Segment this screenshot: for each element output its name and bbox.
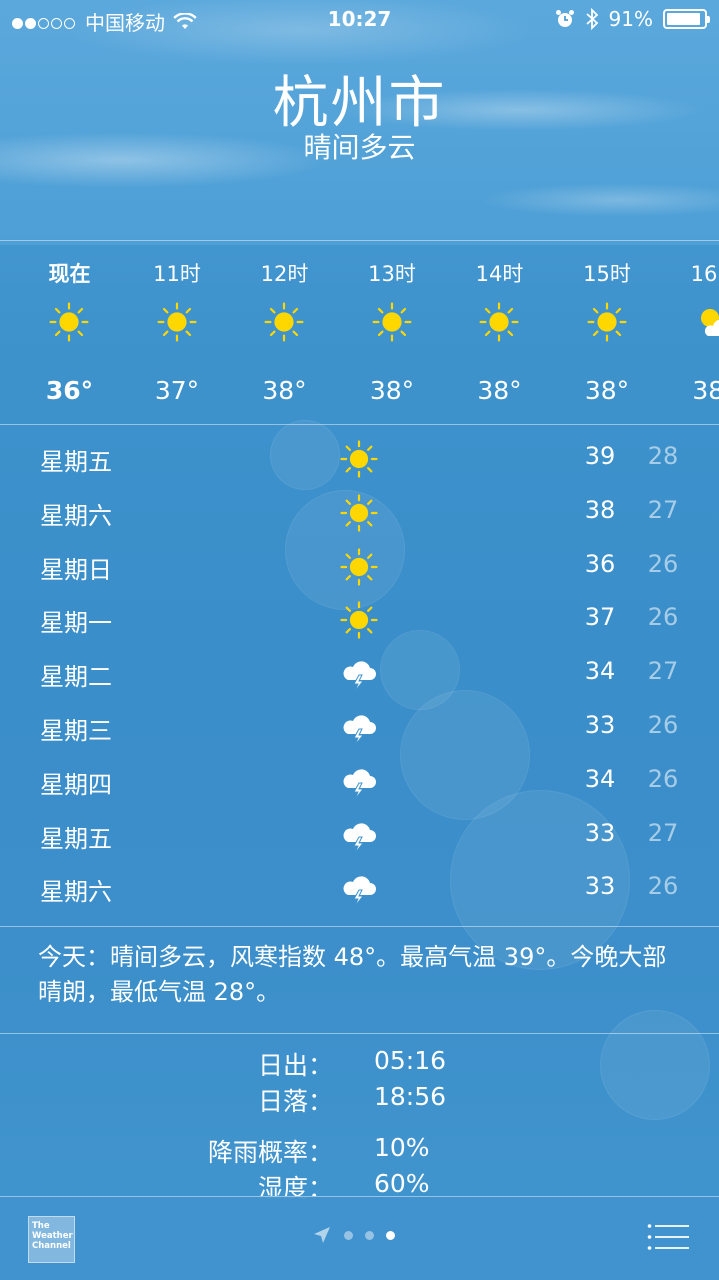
daily-row: 星期一 37 26 — [0, 593, 719, 647]
bottom-toolbar: The Weather Channel — [0, 1196, 719, 1280]
sun-icon — [340, 548, 378, 586]
daily-row: 星期六 38 27 — [0, 486, 719, 540]
detail-value: 18:56 — [374, 1082, 447, 1111]
hour-label: 11时 — [153, 262, 201, 286]
daily-forecast: 星期五 39 28 星期六 38 27 星期日 36 26 星期一 37 26 星期二 34 27 星期三 … — [0, 432, 719, 916]
hour-temperature: 38° — [369, 376, 415, 405]
day-name: 星期五 — [40, 448, 112, 476]
divider — [0, 1033, 719, 1034]
low-temperature: 28 — [647, 442, 679, 470]
low-temperature: 26 — [647, 549, 679, 578]
sun-icon — [264, 302, 304, 342]
daily-row: 星期五 33 27 — [0, 809, 719, 863]
hour-label: 14时 — [475, 262, 524, 286]
daily-row: 星期四 34 26 — [0, 755, 719, 809]
detail-label: 日出： — [257, 1051, 333, 1080]
daily-row: 星期六 33 26 — [0, 862, 719, 916]
hour-temperature: 38° — [692, 376, 719, 405]
day-name: 星期六 — [40, 501, 112, 530]
page-dot[interactable] — [344, 1230, 353, 1240]
hour-label: 13时 — [368, 262, 416, 286]
detail-value: 05:16 — [374, 1046, 447, 1075]
hourly-forecast[interactable]: 现在 36° 11时 37° 12时 38° 13时 38° 14时 38° 15时 38° 16时 3… — [0, 242, 719, 424]
hour-label: 12时 — [260, 262, 309, 286]
sun-icon — [586, 302, 627, 342]
battery-percent: 91% — [608, 7, 653, 31]
thunderstorm-icon — [340, 655, 378, 693]
detail-label: 降雨概率： — [207, 1138, 333, 1167]
bluetooth-icon — [585, 8, 598, 30]
today-summary: 今天：晴间多云，风寒指数 48°。最高气温 39°。今晚大部晴朗，最低气温 28… — [38, 943, 667, 1006]
daily-row: 星期三 33 26 — [0, 701, 719, 755]
thunderstorm-icon — [340, 763, 378, 801]
sun-icon — [371, 302, 412, 342]
low-temperature: 26 — [647, 710, 679, 739]
sun-icon — [340, 494, 378, 532]
day-name: 星期三 — [40, 716, 112, 745]
page-dot[interactable] — [365, 1230, 374, 1240]
battery-icon — [663, 9, 710, 29]
day-name: 星期一 — [40, 609, 112, 638]
low-temperature: 26 — [647, 764, 679, 793]
page-indicator[interactable] — [312, 1225, 395, 1245]
low-temperature: 26 — [647, 872, 679, 901]
detail-row: 日出： 05:16 — [0, 1046, 719, 1082]
sun-icon — [340, 440, 378, 478]
location-arrow-icon — [314, 1227, 330, 1243]
hour-temperature: 38° — [477, 376, 522, 405]
hour-temperature: 36° — [45, 376, 94, 405]
detail-row: 日落： 18:56 — [0, 1082, 719, 1118]
hour-label: 16时 — [690, 262, 719, 286]
hour-label: 15时 — [583, 262, 631, 286]
sun-icon — [156, 302, 197, 342]
detail-value: 10% — [374, 1133, 430, 1162]
low-temperature: 27 — [647, 495, 679, 524]
thunderstorm-icon — [340, 817, 378, 855]
divider — [0, 926, 719, 927]
sun-icon — [479, 302, 519, 342]
detail-row: 降雨概率： 10% — [0, 1133, 719, 1169]
hour-temperature: 38° — [584, 376, 630, 405]
day-name: 星期六 — [40, 878, 112, 907]
logo-text: The Weather Channel — [32, 1221, 73, 1251]
daily-row: 星期五 39 28 — [0, 432, 719, 486]
low-temperature: 26 — [647, 603, 679, 632]
hour-label: 现在 — [48, 262, 91, 286]
city-list-icon[interactable] — [647, 1223, 689, 1251]
day-name: 星期二 — [40, 663, 112, 692]
page-dot[interactable] — [386, 1230, 395, 1240]
day-name: 星期日 — [40, 555, 112, 584]
low-temperature: 27 — [647, 818, 679, 847]
divider — [0, 240, 719, 241]
sun-icon — [49, 302, 89, 342]
current-condition: 晴间多云 — [303, 131, 416, 164]
hour-temperature: 37° — [154, 376, 200, 405]
day-name: 星期五 — [40, 824, 112, 853]
daily-row: 星期二 34 27 — [0, 647, 719, 701]
daily-row: 星期日 36 26 — [0, 540, 719, 594]
thunderstorm-icon — [340, 870, 378, 908]
detail-label: 日落： — [257, 1087, 333, 1116]
status-bar: 中国移动 10:27 91% — [0, 0, 719, 40]
detail-value: 60% — [374, 1169, 430, 1198]
day-name: 星期四 — [40, 770, 112, 799]
hour-temperature: 38° — [262, 376, 307, 405]
divider — [0, 424, 719, 425]
low-temperature: 27 — [647, 657, 679, 686]
weather-channel-logo[interactable]: The Weather Channel — [28, 1216, 75, 1263]
partly-cloudy-icon — [694, 302, 719, 342]
sun-icon — [340, 601, 378, 639]
thunderstorm-icon — [340, 709, 378, 747]
alarm-clock-icon — [555, 10, 574, 27]
